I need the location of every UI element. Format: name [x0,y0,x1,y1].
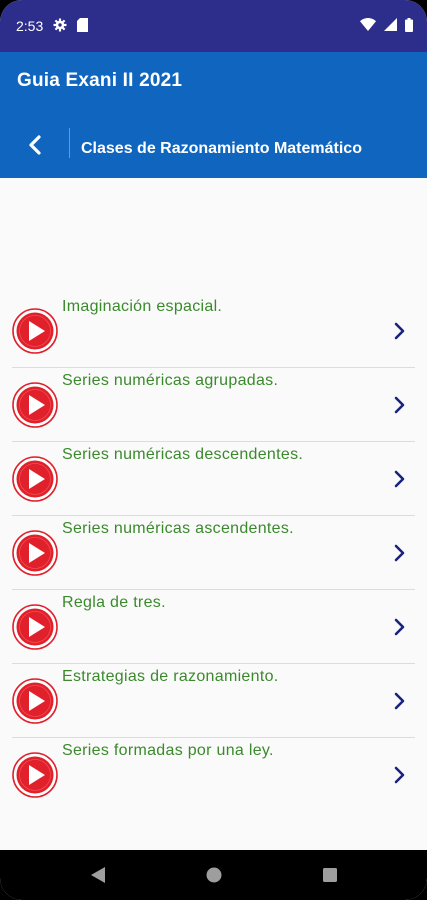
back-triangle-icon [90,867,105,883]
status-bar: 2:53 [0,0,427,52]
lesson-item[interactable]: Series numéricas descendentes. [0,442,427,516]
nav-back-button[interactable] [86,863,110,887]
lesson-label: Estrategias de razonamiento. [62,668,279,685]
gear-icon [53,18,67,35]
lesson-item[interactable]: Series numéricas agrupadas. [0,368,427,442]
system-nav-bar [0,850,427,900]
chevron-right-icon [394,692,405,710]
lesson-label: Imaginación espacial. [62,298,223,315]
lesson-item[interactable]: Imaginación espacial. [0,294,427,368]
title-divider [69,128,70,158]
recents-square-icon [322,868,337,882]
chevron-right-icon [394,544,405,562]
chevron-right-icon [394,618,405,636]
page-title: Clases de Razonamiento Matemático [81,140,362,157]
lesson-label: Series numéricas agrupadas. [62,372,279,389]
chevron-right-icon [394,470,405,488]
home-circle-icon [206,867,221,883]
chevron-right-icon [394,322,405,340]
app-bar: Guia Exani II 2021 Clases de Razonamient… [0,52,427,178]
lesson-label: Series numéricas ascendentes. [62,520,294,537]
sim-card-icon [77,17,89,35]
nav-recents-button[interactable] [318,863,342,887]
play-icon [12,678,58,724]
lesson-list: Imaginación espacial. Series numéricas ag… [0,294,427,812]
nav-home-button[interactable] [202,863,226,887]
lesson-item[interactable]: Estrategias de razonamiento. [0,664,427,738]
chevron-right-icon [394,766,405,784]
play-icon [12,308,58,354]
chevron-left-icon [29,135,41,155]
play-icon [12,382,58,428]
wifi-icon [360,18,376,34]
play-icon [12,604,58,650]
lesson-item[interactable]: Series numéricas ascendentes. [0,516,427,590]
lesson-item[interactable]: Regla de tres. [0,590,427,664]
lesson-label: Series formadas por una ley. [62,742,274,759]
status-time: 2:53 [16,18,44,34]
back-button[interactable] [18,128,52,162]
lesson-label: Regla de tres. [62,594,166,611]
lesson-label: Series numéricas descendentes. [62,446,304,463]
lesson-item[interactable]: Series formadas por una ley. [0,738,427,812]
play-icon [12,456,58,502]
signal-icon [384,18,397,34]
play-icon [12,530,58,576]
app-title: Guia Exani II 2021 [17,70,183,91]
play-icon [12,752,58,798]
battery-icon [405,17,413,35]
chevron-right-icon [394,396,405,414]
phone-screen: 2:53 Guia Exani II 2021 Clases de Razona… [0,0,427,900]
